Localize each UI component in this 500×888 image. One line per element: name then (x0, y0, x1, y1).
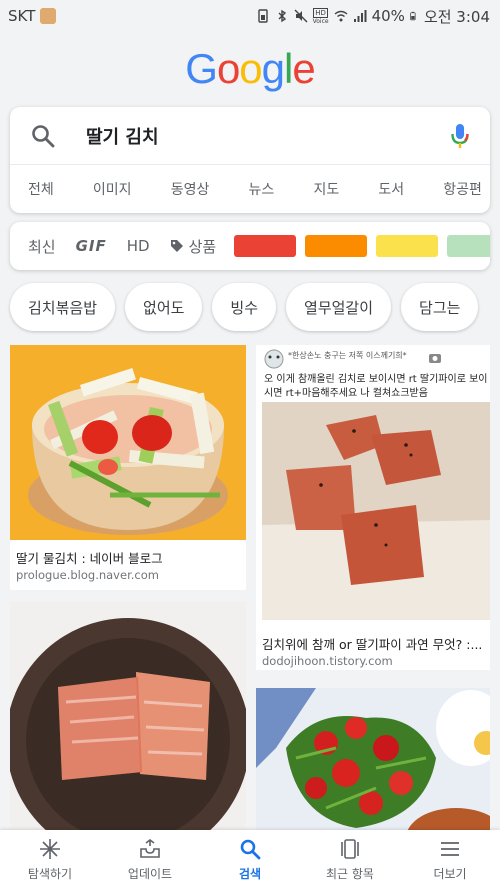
chip-without[interactable]: 없어도 (125, 283, 203, 331)
nav-recent-label: 최근 항목 (326, 866, 374, 881)
nav-updates[interactable]: 업데이트 (100, 830, 200, 888)
color-swatch-green[interactable] (447, 235, 490, 257)
filter-product-label: 상품 (188, 237, 217, 256)
tag-icon (170, 240, 183, 252)
battery-percent: 40% (371, 7, 405, 25)
color-swatch-yellow[interactable] (376, 235, 439, 257)
battery-saver-icon (257, 9, 268, 23)
kimchi-bowl-image (10, 602, 246, 842)
search-icon (240, 839, 261, 859)
bluetooth-icon (278, 9, 286, 23)
chip-bingsu[interactable]: 빙수 (212, 283, 277, 331)
result-thumbnail[interactable] (10, 602, 246, 842)
filter-product[interactable]: 상품 (170, 236, 217, 257)
filter-hd[interactable]: HD (127, 237, 150, 255)
nav-more[interactable]: 더보기 (400, 830, 500, 888)
microphone-icon[interactable] (450, 122, 470, 150)
menu-icon (441, 841, 459, 856)
strawberry-water-kimchi-image (10, 345, 246, 540)
chip-making[interactable]: 담그는 (401, 283, 479, 331)
chip-kimchi-fried-rice[interactable]: 김치볶음밥 (10, 283, 116, 331)
signal-icon (353, 10, 367, 22)
nav-discover[interactable]: 탐색하기 (0, 830, 100, 888)
result-domain[interactable]: prologue.blog.naver.com (16, 568, 159, 582)
carrier-label: SKT (8, 7, 36, 25)
tab-videos[interactable]: 동영상 (171, 179, 210, 199)
clock: 오전 3:04 (423, 7, 490, 26)
related-search-chips: 김치볶음밥 없어도 빙수 열무얼갈이 담그는 (10, 283, 479, 331)
tab-images[interactable]: 이미지 (93, 179, 132, 199)
nav-search[interactable]: 검색 (200, 830, 300, 888)
bottom-navigation: 탐색하기 업데이트 검색 최근 항목 더보기 (0, 830, 500, 888)
nav-discover-label: 탐색하기 (27, 866, 73, 881)
logo-letter: G (185, 45, 218, 92)
filter-gif[interactable]: GIF (76, 237, 107, 255)
tab-maps[interactable]: 지도 (313, 179, 339, 199)
recent-cards-icon (341, 838, 359, 859)
status-bar: SKT HD Voice 40% 오전 3:04 (0, 0, 500, 32)
result-title[interactable]: 김치위에 참깨 or 딸기파이 과연 무엇? :... (262, 634, 482, 653)
image-result-3[interactable] (10, 602, 246, 842)
search-card: 딸기 김치 전체 이미지 동영상 뉴스 지도 도서 항공편 (10, 107, 490, 213)
chip-yeolmu[interactable]: 열무얼갈이 (286, 283, 392, 331)
image-result-1[interactable]: 딸기 물김치 : 네이버 블로그 prologue.blog.naver.com (10, 345, 246, 590)
result-domain[interactable]: dodojihoon.tistory.com (262, 654, 393, 668)
search-icon[interactable] (30, 123, 56, 149)
result-thumbnail[interactable]: *한상손노 충구는 저쪽 이스께기희* 오 이게 참깨올린 김치로 보이시면 r… (256, 345, 490, 625)
color-filter-swatches (234, 235, 490, 257)
tab-books[interactable]: 도서 (378, 179, 404, 199)
camera-icon (429, 354, 441, 363)
search-query[interactable]: 딸기 김치 (86, 123, 450, 149)
search-bar[interactable]: 딸기 김치 (10, 107, 490, 165)
image-filter-bar: 최신 GIF HD 상품 (10, 222, 490, 270)
wifi-icon (334, 10, 348, 22)
result-title[interactable]: 딸기 물김치 : 네이버 블로그 (16, 548, 163, 567)
nav-more-label: 더보기 (433, 866, 467, 881)
google-logo[interactable]: Google (0, 32, 500, 106)
filter-latest[interactable]: 최신 (28, 236, 56, 257)
mute-icon (294, 9, 308, 23)
color-swatch-red[interactable] (234, 235, 297, 257)
hd-voice-badge: HD (313, 7, 328, 18)
nav-recent[interactable]: 최근 항목 (300, 830, 400, 888)
tweet-caption: 오 이게 참깨올린 김치로 보이시면 rt 딸기파이로 보이시면 rt+마음해주… (264, 374, 488, 399)
updates-tray-icon (140, 838, 160, 858)
nav-updates-label: 업데이트 (127, 866, 173, 881)
tab-flights[interactable]: 항공편 (443, 179, 482, 199)
result-thumbnail[interactable] (10, 345, 246, 540)
search-tabs: 전체 이미지 동영상 뉴스 지도 도서 항공편 (10, 165, 490, 213)
asterisk-icon (40, 838, 60, 859)
tweet-header: *한상손노 충구는 저쪽 이스께기희* (288, 351, 407, 360)
battery-icon (410, 11, 416, 21)
tab-all[interactable]: 전체 (28, 179, 54, 199)
color-swatch-orange[interactable] (305, 235, 368, 257)
notification-avatar-icon (40, 8, 57, 24)
result-thumbnail[interactable] (256, 688, 490, 848)
logo-letter: e (292, 45, 315, 92)
logo-letter: o (239, 45, 262, 92)
strawberry-salad-image (256, 688, 490, 848)
tab-news[interactable]: 뉴스 (249, 179, 275, 199)
logo-letter: g (261, 45, 285, 92)
nav-search-label: 검색 (238, 866, 262, 881)
image-result-4[interactable] (256, 688, 490, 848)
logo-letter: l (284, 45, 293, 92)
voice-label: Voice (312, 17, 329, 25)
logo-letter: o (216, 45, 240, 92)
image-result-2[interactable]: *한상손노 충구는 저쪽 이스께기희* 오 이게 참깨올린 김치로 보이시면 r… (256, 345, 490, 670)
